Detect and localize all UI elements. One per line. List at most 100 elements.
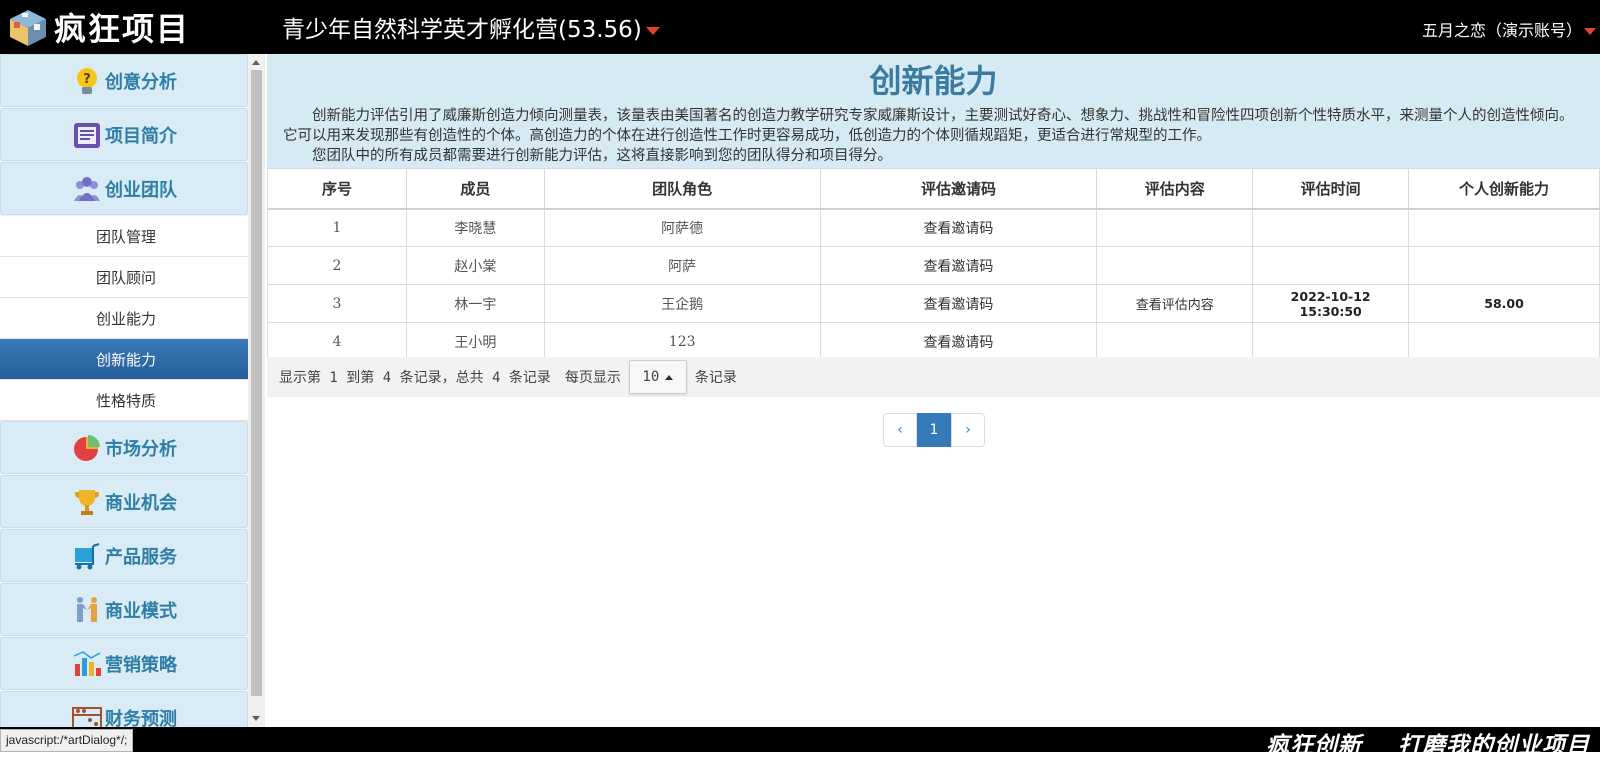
user-menu[interactable]: 五月之恋（演示账号） — [1422, 17, 1596, 41]
sidebar-item-label: 产品服务 — [105, 546, 177, 568]
cell-content — [1096, 208, 1254, 247]
view-invite-code-link[interactable]: 查看邀请码 — [819, 246, 1098, 285]
page-size-select[interactable]: 10 — [628, 360, 687, 394]
abacus-icon — [71, 702, 103, 727]
sidebar-item-project-intro[interactable]: 项目简介 — [0, 108, 248, 161]
per-page-prefix: 每页显示 — [564, 370, 621, 386]
team-icon — [71, 173, 103, 205]
cell-score — [1408, 208, 1600, 247]
lightbulb-question-icon: ? — [71, 65, 103, 97]
intro-panel: 创新能力 创新能力评估引用了威廉斯创造力倾向测量表，该量表由美国著名的创造力教学… — [267, 54, 1600, 168]
caret-down-icon — [645, 26, 660, 35]
cell-score — [1408, 246, 1600, 285]
assessment-date: 2022-10-12 — [1290, 288, 1371, 304]
cell-role: 阿萨 — [543, 246, 821, 285]
logo[interactable]: 疯狂项目 — [6, 6, 190, 48]
cell-no: 3 — [267, 284, 407, 323]
cell-no: 2 — [267, 246, 407, 285]
view-invite-code-link[interactable]: 查看邀请码 — [819, 284, 1098, 323]
column-header[interactable]: 评估时间 — [1252, 168, 1410, 210]
sidebar-scrollbar[interactable] — [248, 54, 265, 727]
view-invite-code-link[interactable]: 查看邀请码 — [819, 322, 1098, 361]
sidebar-item-marketing-strategy[interactable]: 营销策略 — [0, 637, 248, 690]
column-header[interactable]: 团队角色 — [543, 168, 821, 210]
sidebar-item-products-services[interactable]: 产品服务 — [0, 529, 248, 582]
cell-score — [1408, 322, 1600, 361]
scroll-up-icon[interactable] — [252, 60, 260, 65]
sidebar-item-label: 商业模式 — [105, 600, 177, 622]
sidebar-item-label: 项目简介 — [105, 125, 177, 147]
scroll-down-icon[interactable] — [252, 716, 260, 721]
column-header[interactable]: 评估邀请码 — [819, 168, 1098, 210]
sidebar-item-business-opportunity[interactable]: 商业机会 — [0, 475, 248, 528]
sidebar-item-startup-team[interactable]: 创业团队 — [0, 162, 248, 215]
logo-text: 疯狂项目 — [54, 10, 191, 48]
sidebar-subitem-innovation-ability[interactable]: 创新能力 — [0, 339, 248, 380]
bar-chart-icon — [71, 648, 103, 680]
next-page-button[interactable]: › — [951, 413, 985, 447]
user-name: 五月之恋（演示账号） — [1421, 21, 1582, 40]
main-content: 创新能力 创新能力评估引用了威廉斯创造力倾向测量表，该量表由美国著名的创造力教学… — [267, 54, 1600, 727]
sidebar-subitem-team-management[interactable]: 团队管理 — [0, 216, 248, 257]
page-1-button[interactable]: 1 — [917, 413, 951, 447]
sidebar-item-label: 创意分析 — [105, 71, 177, 93]
cell-member: 李晓慧 — [405, 208, 545, 247]
sidebar: ? 创意分析 项目简介 创业团队 团队管理 团队顾问 创业能力 创新能力 性格特… — [0, 54, 248, 727]
project-title-dropdown[interactable]: 青少年自然科学英才孵化营(53.56) — [282, 10, 660, 44]
trophy-icon — [71, 486, 103, 518]
per-page-suffix: 条记录 — [694, 370, 737, 386]
cell-no: 4 — [267, 322, 407, 361]
sidebar-item-market-analysis[interactable]: 市场分析 — [0, 421, 248, 474]
sidebar-item-idea-analysis[interactable]: ? 创意分析 — [0, 54, 248, 107]
prev-page-button[interactable]: ‹ — [883, 413, 917, 447]
top-header: 疯狂项目 青少年自然科学英才孵化营(53.56) 五月之恋（演示账号） — [0, 0, 1600, 54]
cell-time — [1252, 246, 1410, 285]
view-invite-code-link[interactable]: 查看邀请码 — [819, 208, 1098, 247]
sidebar-subitem-startup-ability[interactable]: 创业能力 — [0, 298, 248, 339]
column-header[interactable]: 序号 — [267, 168, 407, 210]
project-title: 青少年自然科学英才孵化营(53.56) — [282, 17, 642, 43]
cell-content — [1096, 246, 1254, 285]
page-title: 创新能力 — [869, 62, 998, 100]
table-info-bar: 显示第 1 到第 4 条记录，总共 4 条记录 每页显示 10 条记录 — [267, 357, 1600, 397]
column-header[interactable]: 成员 — [405, 168, 545, 210]
caret-up-icon — [665, 374, 674, 380]
records-info: 显示第 1 到第 4 条记录，总共 4 条记录 — [279, 370, 551, 386]
footer-bar: 疯狂创新 打磨我的创业项目 — [0, 727, 1600, 759]
column-header[interactable]: 个人创新能力 — [1408, 168, 1600, 210]
description-text: 您团队中的所有成员都需要进行创新能力评估，这将直接影响到您的团队得分和项目得分。 — [312, 148, 892, 164]
table-header-row: 序号 成员 团队角色 评估邀请码 评估内容 评估时间 个人创新能力 — [267, 168, 1600, 210]
cube-logo-icon — [6, 6, 50, 48]
cart-icon — [71, 540, 103, 572]
sidebar-subitem-team-advisor[interactable]: 团队顾问 — [0, 257, 248, 298]
cell-member: 林一宇 — [405, 284, 545, 323]
sidebar-item-label: 商业机会 — [105, 492, 177, 514]
table-row: 2 赵小棠 阿萨 查看邀请码 — [267, 246, 1600, 285]
pie-chart-icon — [71, 432, 103, 464]
cell-member: 王小明 — [405, 322, 545, 361]
table-row: 3 林一宇 王企鹅 查看邀请码 查看评估内容 2022-10-12 15:30:5… — [267, 284, 1600, 323]
sidebar-item-label: 创业团队 — [105, 179, 177, 201]
cell-role: 阿萨德 — [543, 208, 821, 247]
description-text: 创新能力评估引用了威廉斯创造力倾向测量表，该量表由美国著名的创造力教学研究专家威… — [312, 108, 1574, 124]
cell-score: 58.00 — [1408, 284, 1600, 323]
sidebar-item-business-model[interactable]: 商业模式 — [0, 583, 248, 636]
sidebar-item-label: 市场分析 — [105, 438, 177, 460]
cell-role: 123 — [543, 322, 821, 361]
members-table: 序号 成员 团队角色 评估邀请码 评估内容 评估时间 个人创新能力 1 李晓慧 … — [267, 168, 1600, 361]
sidebar-subitem-personality[interactable]: 性格特质 — [0, 380, 248, 421]
table-row: 1 李晓慧 阿萨德 查看邀请码 — [267, 208, 1600, 247]
sidebar-item-financial-forecast[interactable]: 财务预测 — [0, 691, 248, 727]
column-header[interactable]: 评估内容 — [1096, 168, 1254, 210]
cell-time — [1252, 208, 1410, 247]
cell-role: 王企鹅 — [543, 284, 821, 323]
handshake-icon — [71, 594, 103, 626]
pagination: ‹ 1 › — [883, 413, 985, 447]
svg-text:?: ? — [83, 72, 91, 87]
cell-time — [1252, 322, 1410, 361]
cell-no: 1 — [267, 208, 407, 247]
view-assessment-content-link[interactable]: 查看评估内容 — [1096, 284, 1254, 323]
sidebar-item-label: 财务预测 — [105, 708, 177, 728]
page-size-value: 10 — [642, 369, 660, 385]
scrollbar-thumb[interactable] — [251, 70, 262, 696]
